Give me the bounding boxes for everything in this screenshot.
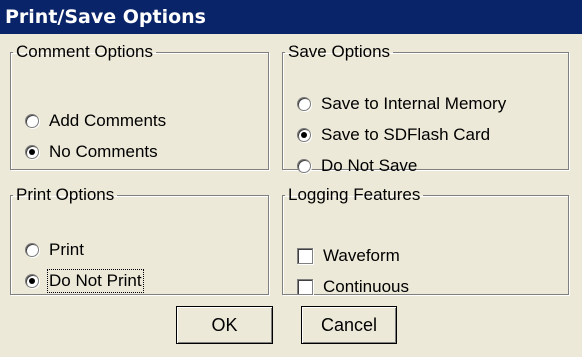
save-sdflash-label: Save to SDFlash Card xyxy=(321,125,491,144)
do-not-save-radio[interactable]: Do Not Save xyxy=(297,155,417,177)
radio-indicator[interactable] xyxy=(25,274,39,288)
continuous-checkbox[interactable]: Continuous xyxy=(297,276,409,298)
print-save-options-dialog: Print/Save Options Comment Options Add C… xyxy=(0,0,582,357)
add-comments-radio[interactable]: Add Comments xyxy=(25,110,166,132)
save-internal-memory-radio[interactable]: Save to Internal Memory xyxy=(297,93,506,115)
print-radio[interactable]: Print xyxy=(25,239,84,261)
continuous-label: Continuous xyxy=(323,277,410,296)
checkbox-indicator[interactable] xyxy=(297,248,313,264)
radio-indicator[interactable] xyxy=(25,243,39,257)
logging-features-group: Logging Features Waveform Continuous xyxy=(282,185,569,298)
save-sdflash-radio[interactable]: Save to SDFlash Card xyxy=(297,124,490,146)
radio-indicator[interactable] xyxy=(25,114,39,128)
title-bar: Print/Save Options xyxy=(0,0,582,34)
radio-indicator[interactable] xyxy=(297,97,311,111)
logging-features-legend: Logging Features xyxy=(288,185,421,204)
ok-button[interactable]: OK xyxy=(176,306,273,344)
do-not-print-radio[interactable]: Do Not Print xyxy=(25,269,144,293)
comment-options-group: Comment Options Add Comments No Comments xyxy=(10,43,269,170)
radio-indicator[interactable] xyxy=(297,128,311,142)
checkbox-indicator[interactable] xyxy=(297,279,313,295)
no-comments-label: No Comments xyxy=(49,142,158,161)
do-not-save-label: Do Not Save xyxy=(321,156,418,175)
print-label: Print xyxy=(49,240,84,259)
save-options-group: Save Options Save to Internal Memory Sav… xyxy=(282,42,569,175)
radio-indicator[interactable] xyxy=(297,159,311,173)
no-comments-radio[interactable]: No Comments xyxy=(25,141,158,163)
cancel-button[interactable]: Cancel xyxy=(301,306,397,344)
add-comments-label: Add Comments xyxy=(49,111,167,130)
waveform-label: Waveform xyxy=(323,246,400,265)
print-options-legend: Print Options xyxy=(16,185,115,204)
save-internal-memory-label: Save to Internal Memory xyxy=(321,94,507,113)
do-not-print-label: Do Not Print xyxy=(47,269,144,293)
save-options-legend: Save Options xyxy=(288,42,391,61)
comment-options-legend: Comment Options xyxy=(16,42,153,61)
waveform-checkbox[interactable]: Waveform xyxy=(297,245,400,267)
print-options-group: Print Options Print Do Not Print xyxy=(10,186,269,295)
radio-indicator[interactable] xyxy=(25,145,39,159)
